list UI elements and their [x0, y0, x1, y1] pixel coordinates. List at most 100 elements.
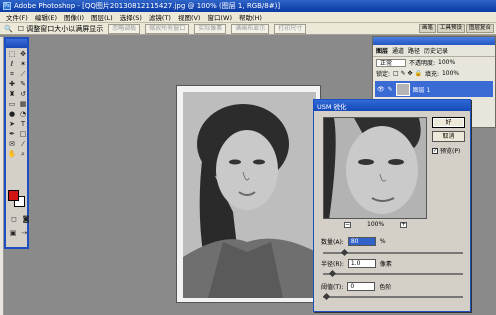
hand-icon[interactable]: ✋: [7, 150, 17, 159]
threshold-slider-knob[interactable]: [322, 292, 331, 301]
resize-windows-label: 调整窗口大小以满屏显示: [26, 24, 104, 33]
shape-icon[interactable]: □: [18, 130, 28, 139]
layer-name[interactable]: 图层 1: [413, 85, 431, 94]
blend-mode-select[interactable]: 正常: [376, 58, 406, 67]
ignore-palettes-option[interactable]: 忽略调板: [108, 23, 141, 34]
radius-slider-knob[interactable]: [328, 269, 337, 278]
amount-unit: %: [379, 238, 386, 245]
move-icon[interactable]: ✥: [18, 50, 28, 59]
fill-label: 填充:: [424, 71, 439, 78]
fill-value[interactable]: 100%: [442, 70, 459, 77]
magic-wand-icon[interactable]: ✶: [18, 60, 28, 69]
filter-preview[interactable]: [323, 117, 427, 219]
palette-tab-layer-comps[interactable]: 图层复合: [465, 24, 494, 33]
threshold-slider[interactable]: [322, 292, 463, 301]
toolbox: ⬚ ✥ ℓ ✶ ⌗ ⟋ ✚ ✎ ♜ ↺ ▭ ▦ ● ◔ ➤ T ✒ □ ✉ ⁄ …: [4, 37, 29, 249]
brush-link-icon: ✎: [387, 85, 393, 93]
radius-unit: 像素: [379, 261, 392, 268]
pen-icon[interactable]: ✒: [7, 130, 17, 139]
preview-image: [324, 118, 426, 218]
tab-layers[interactable]: 图层: [376, 46, 388, 55]
zoom-in-button[interactable]: +: [400, 221, 408, 228]
toolbox-header[interactable]: [6, 39, 27, 48]
eyedropper-icon[interactable]: ⁄: [18, 140, 28, 149]
path-select-icon[interactable]: ➤: [7, 120, 17, 129]
menu-edit[interactable]: 编辑(E): [35, 12, 57, 22]
menu-layer[interactable]: 图层(L): [91, 12, 113, 22]
palette-tab-brushes[interactable]: 画笔: [418, 24, 436, 33]
tab-paths[interactable]: 路径: [408, 46, 420, 55]
zoom-out-button[interactable]: −: [344, 221, 351, 228]
amount-row: 数量(A): 80 %: [321, 237, 386, 246]
dialog-title: USM 锐化: [317, 102, 347, 111]
amount-slider-knob[interactable]: [340, 248, 349, 257]
radius-label: 半径(R):: [321, 261, 344, 268]
radius-input[interactable]: 1.0: [347, 259, 376, 268]
resize-windows-checkbox[interactable]: ☐ 调整窗口大小以满屏显示: [18, 24, 104, 34]
preview-checkbox[interactable]: ✓ 预览(P): [432, 146, 460, 155]
menu-view[interactable]: 视图(V): [178, 12, 201, 22]
threshold-label: 阈值(T):: [321, 284, 344, 291]
ok-button[interactable]: 好: [432, 117, 465, 128]
zoom-controls: − 100% +: [344, 221, 408, 228]
actual-pixels-button[interactable]: 实际像素: [194, 23, 227, 34]
photoshop-icon: Ps: [3, 2, 11, 10]
print-size-button[interactable]: 打印尺寸: [274, 23, 307, 34]
menu-select[interactable]: 选择(S): [120, 12, 142, 22]
menu-filter[interactable]: 滤镜(T): [149, 12, 171, 22]
radius-slider[interactable]: [323, 269, 463, 278]
opacity-label: 不透明度:: [409, 60, 436, 67]
history-brush-icon[interactable]: ↺: [18, 90, 28, 99]
dodge-icon[interactable]: ◔: [18, 110, 28, 119]
layers-panel-header[interactable]: [373, 37, 495, 45]
threshold-unit: 色阶: [379, 284, 392, 291]
lock-label: 锁定:: [376, 71, 391, 78]
blur-icon[interactable]: ●: [7, 110, 17, 119]
lock-icons[interactable]: □ ✎ ✥ 🔒: [393, 70, 422, 77]
document-canvas[interactable]: [176, 85, 321, 303]
zoom-all-button[interactable]: 缩放所有窗口: [145, 23, 190, 34]
jump-to-imageready-icon[interactable]: ⇢: [19, 229, 29, 238]
crop-icon[interactable]: ⌗: [7, 70, 17, 79]
menu-window[interactable]: 窗口(W): [207, 12, 232, 22]
standard-mode-icon[interactable]: ◻: [9, 215, 19, 224]
notes-icon[interactable]: ✉: [7, 140, 17, 149]
healing-icon[interactable]: ✚: [7, 80, 17, 89]
radius-row: 半径(R): 1.0 像素: [321, 259, 392, 268]
foreground-color-swatch[interactable]: [8, 190, 19, 201]
dialog-title-bar[interactable]: USM 锐化: [314, 100, 470, 111]
visibility-eye-icon[interactable]: 👁: [377, 86, 385, 93]
opacity-value[interactable]: 100%: [438, 59, 455, 66]
lasso-icon[interactable]: ℓ: [7, 60, 17, 69]
palette-well: 画笔 工具预设 图层复合: [418, 24, 494, 33]
tab-channels[interactable]: 通道: [392, 46, 404, 55]
stamp-icon[interactable]: ♜: [7, 90, 17, 99]
unsharp-mask-dialog: USM 锐化 好 取消 ✓ 预览(P) − 100% + 数量(A): 80 %…: [313, 99, 471, 312]
layer-row[interactable]: 👁 ✎ 图层 1: [375, 81, 493, 97]
type-icon[interactable]: T: [18, 120, 28, 129]
check-icon[interactable]: ✓: [432, 147, 438, 154]
menu-file[interactable]: 文件(F): [6, 12, 28, 22]
slice-icon[interactable]: ⟋: [18, 70, 28, 79]
zoom-tool-icon: 🔍: [4, 24, 13, 33]
quick-mask-icon[interactable]: ◙: [21, 215, 31, 224]
tab-history[interactable]: 历史记录: [424, 46, 448, 55]
fit-screen-button[interactable]: 满画布显示: [231, 23, 270, 34]
eraser-icon[interactable]: ▭: [7, 100, 17, 109]
threshold-row: 阈值(T): 0 色阶: [321, 282, 391, 291]
title-bar: Ps Adobe Photoshop - [QQ图片20130812115427…: [0, 0, 496, 12]
threshold-input[interactable]: 0: [347, 282, 376, 291]
menu-help[interactable]: 帮助(H): [239, 12, 262, 22]
menu-image[interactable]: 图像(I): [64, 12, 84, 22]
brush-icon[interactable]: ✎: [18, 80, 28, 89]
zoom-level: 100%: [367, 221, 385, 228]
window-title: Adobe Photoshop - [QQ图片20130812115427.jp…: [14, 2, 281, 10]
screen-mode-icon[interactable]: ▣: [8, 229, 18, 238]
zoom-icon[interactable]: ⌕: [18, 150, 28, 159]
palette-tab-tool-presets[interactable]: 工具预设: [436, 24, 465, 33]
cancel-button[interactable]: 取消: [432, 131, 465, 142]
amount-slider[interactable]: [323, 248, 463, 257]
gradient-icon[interactable]: ▦: [18, 100, 28, 109]
amount-input[interactable]: 80: [347, 237, 376, 246]
marquee-icon[interactable]: ⬚: [7, 50, 17, 59]
